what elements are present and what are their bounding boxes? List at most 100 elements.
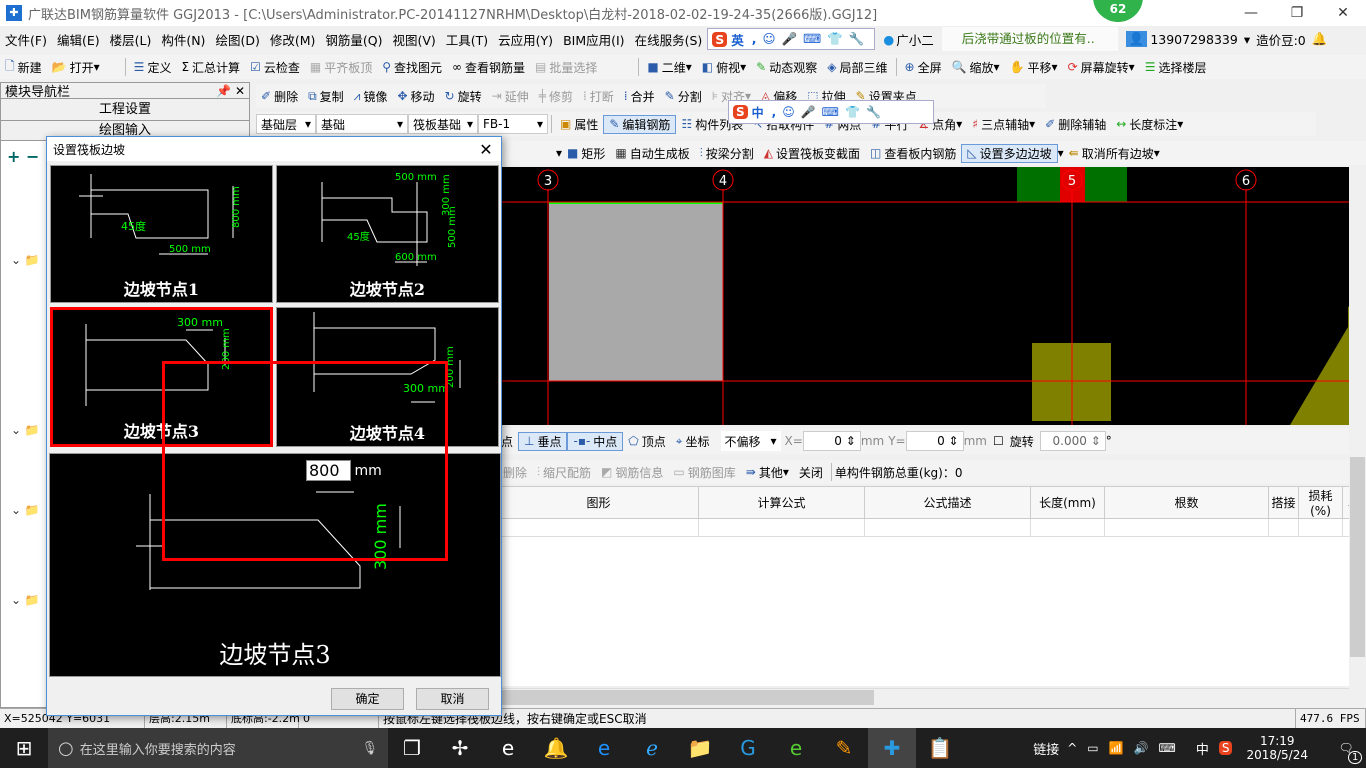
menu-edit[interactable]: 编辑(E) <box>52 30 105 49</box>
snap-coordinate[interactable]: ⌖ 坐标 <box>671 433 715 450</box>
canvas-drawing[interactable]: 3 4 5 6 <box>500 167 1366 425</box>
slope-node-1-option[interactable]: 45度 800 mm 500 mm 边坡节点1 <box>50 165 273 303</box>
mirror-button[interactable]: ⩘ 镜像 <box>349 88 393 105</box>
ime-mode[interactable]: 英 <box>731 30 744 49</box>
edge-icon[interactable]: e <box>580 728 628 768</box>
define-button[interactable]: ☰ 定义 <box>129 59 177 76</box>
break-button[interactable]: ⁞ 打断 <box>578 88 619 105</box>
menu-draw[interactable]: 绘图(D) <box>210 30 264 49</box>
type-select[interactable]: 筏板基础 ▾ <box>408 114 478 134</box>
microphone-icon[interactable]: 🎙 <box>361 741 378 756</box>
split-by-beam-button[interactable]: ⫶ 按梁分割 <box>695 145 759 162</box>
panel-close-icon[interactable]: ✕ <box>235 84 245 98</box>
scrollbar-thumb[interactable] <box>498 690 874 705</box>
delete-rebar-button[interactable]: 删除 <box>498 464 532 481</box>
menu-rebar[interactable]: 钢筋量(Q) <box>320 30 387 49</box>
file-explorer-icon[interactable]: 📁 <box>676 728 724 768</box>
menu-view[interactable]: 视图(V) <box>387 30 440 49</box>
tray-link[interactable]: 链接 <box>1033 739 1059 758</box>
menu-bim[interactable]: BIM应用(I) <box>558 30 630 49</box>
rebar-library-button[interactable]: ▭ 钢筋图库 <box>668 464 740 481</box>
auto-generate-button[interactable]: ▦ 自动生成板 <box>610 145 694 162</box>
scrollbar-thumb[interactable] <box>1350 457 1365 657</box>
close-rebar-button[interactable]: 关闭 <box>794 464 828 481</box>
col-length[interactable]: 长度(mm) <box>1030 486 1105 519</box>
windows-start-icon[interactable]: ⊞ <box>0 728 48 768</box>
menu-online[interactable]: 在线服务(S) <box>630 30 708 49</box>
rotate-screen-button[interactable]: ⟳ 屏幕旋转 ▾ <box>1063 59 1140 76</box>
fullscreen-button[interactable]: ⊕ 全屏 <box>900 59 947 76</box>
col-description[interactable]: 公式描述 <box>864 486 1031 519</box>
restore-button[interactable]: ❐ <box>1274 5 1320 21</box>
rebar-info-button[interactable]: ◩ 钢筋信息 <box>596 464 668 481</box>
sogou-tray-icon[interactable]: S <box>1218 741 1233 755</box>
floor-select[interactable]: 基础层 ▾ <box>256 114 316 134</box>
align-top-button[interactable]: ▦ 平齐板顶 <box>305 59 377 76</box>
vertical-scrollbar[interactable] <box>1349 167 1366 705</box>
ie-icon[interactable]: e <box>484 728 532 768</box>
account-dropdown[interactable]: 13907298339 <box>1150 32 1237 47</box>
menu-cloud[interactable]: 云应用(Y) <box>493 30 558 49</box>
other-button[interactable]: ⇛ 其他 ▾ <box>741 464 794 481</box>
col-loss[interactable]: 损耗(%) <box>1298 486 1343 519</box>
snap-midpoint[interactable]: -▪- 中点 <box>567 431 624 451</box>
taskbar-search[interactable]: ○ 在这里输入你要搜索的内容 🎙 <box>48 728 388 768</box>
view-slab-rebar-button[interactable]: ◫ 查看板内钢筋 <box>865 145 961 162</box>
y-input[interactable]: 0 ⇕ <box>905 431 964 451</box>
top-view-button[interactable]: ◧ 俯视 ▾ <box>697 59 751 76</box>
rectangle-button[interactable]: ■ 矩形 <box>562 145 610 162</box>
tree-folders[interactable]: ⌄ 📁 ⌄ 📁 ⌄ 📁 ⌄ 📁 <box>11 253 40 607</box>
new-button[interactable]: 🗋 新建 <box>0 57 47 78</box>
batch-select-button[interactable]: ▤ 批量选择 <box>530 59 602 76</box>
snap-perpendicular[interactable]: ⊥ 垂点 <box>518 431 568 451</box>
ime-mode[interactable]: 中 <box>752 104 764 121</box>
cloud-check-button[interactable]: ☑ 云检查 <box>245 59 305 76</box>
length-dim-button[interactable]: ↔ 长度标注 ▾ <box>1111 116 1188 133</box>
clock[interactable]: 17:19 2018/5/24 <box>1246 734 1308 762</box>
nav-project-settings[interactable]: 工程设置 <box>1 99 249 121</box>
zoom-button[interactable]: 🔍 缩放 ▾ <box>947 59 1005 76</box>
minimize-button[interactable]: — <box>1228 5 1274 21</box>
app-doc-icon[interactable]: 📋 <box>916 728 964 768</box>
component-select[interactable]: FB-1 ▾ <box>478 114 548 134</box>
edit-rebar-button[interactable]: ✎ 编辑钢筋 <box>603 114 677 134</box>
orbit-button[interactable]: ✎ 动态观察 <box>751 59 822 76</box>
ime-floating-toolbar[interactable]: S 中 ,☺🎤⌨👕🔧 <box>728 100 934 124</box>
scale-rebar-button[interactable]: ⫶ 缩尺配筋 <box>532 464 596 481</box>
menu-file[interactable]: 文件(F) <box>0 30 52 49</box>
merge-button[interactable]: ⁞ 合并 <box>619 88 660 105</box>
table-row[interactable] <box>498 518 1366 537</box>
app-fan-icon[interactable]: ✢ <box>436 728 484 768</box>
copy-button[interactable]: ⧉ 复制 <box>303 88 349 105</box>
ime-tools-icon[interactable]: ,☺🎤⌨👕🔧 <box>772 105 887 119</box>
ok-button[interactable]: 确定 <box>331 688 404 710</box>
2d-button[interactable]: ■ 二维 ▾ <box>642 59 696 76</box>
category-select[interactable]: 基础 ▾ <box>316 114 408 134</box>
rotate-button[interactable]: ↻ 旋转 <box>440 88 487 105</box>
rotate-checkbox[interactable]: ☐ <box>993 434 1004 448</box>
dialog-close-button[interactable]: ✕ <box>471 140 501 159</box>
ie-browser-icon[interactable]: ℯ <box>628 728 676 768</box>
split-button[interactable]: ✎ 分割 <box>660 88 707 105</box>
horizontal-scrollbar[interactable] <box>498 688 1366 705</box>
view-rebar-button[interactable]: ∞ 查看钢筋量 <box>447 59 530 76</box>
col-shape[interactable]: 图形 <box>498 486 699 519</box>
glodon-g-icon[interactable]: G <box>724 728 772 768</box>
notice-banner[interactable]: 后浇带通过板的位置有.. <box>941 27 1118 51</box>
extend-button[interactable]: ⇥ 延伸 <box>487 88 534 105</box>
ime-tools-icon[interactable]: ,☺🎤⌨👕🔧 <box>752 31 871 47</box>
offset-select[interactable]: 不偏移 ▾ <box>720 431 781 451</box>
trim-button[interactable]: ╪ 修剪 <box>534 88 578 105</box>
variable-section-button[interactable]: ◭ 设置筏板变截面 <box>759 145 865 162</box>
cancel-button[interactable]: 取消 <box>416 688 489 710</box>
menu-component[interactable]: 构件(N) <box>156 30 210 49</box>
notification-icon[interactable]: 🗨 1 <box>1326 741 1366 764</box>
select-floor-button[interactable]: ☰ 选择楼层 <box>1140 59 1212 76</box>
summary-calc-button[interactable]: Σ 汇总计算 <box>176 59 245 76</box>
task-view-icon[interactable]: ❐ <box>388 728 436 768</box>
notes-icon[interactable]: ✎ <box>820 728 868 768</box>
pan-button[interactable]: ✋ 平移 ▾ <box>1005 59 1063 76</box>
app-bell-icon[interactable]: 🔔 <box>532 728 580 768</box>
delete-button[interactable]: ✐ 删除 <box>256 88 303 105</box>
menu-floor[interactable]: 楼层(L) <box>105 30 157 49</box>
